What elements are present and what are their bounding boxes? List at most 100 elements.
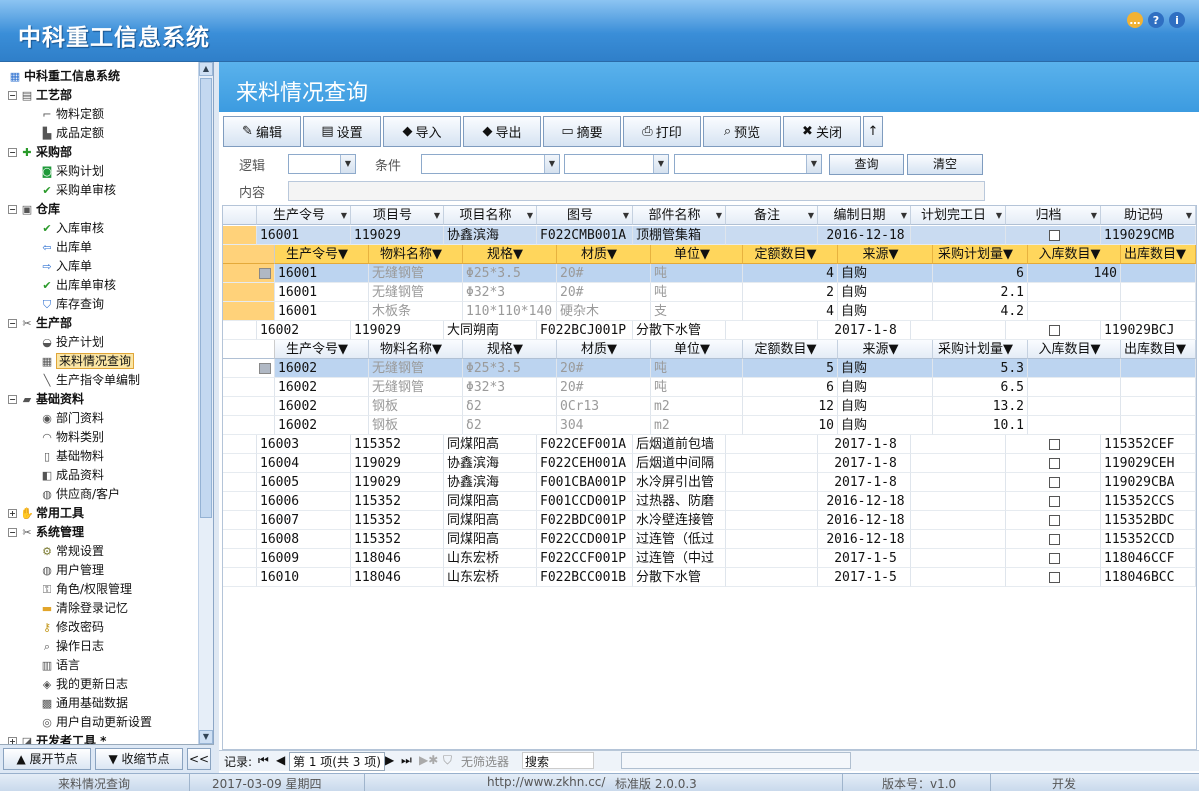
row-selector[interactable]	[223, 568, 257, 587]
chevron-down-icon[interactable]: ▼	[1091, 247, 1101, 262]
tree-item[interactable]: ◠ 物料类别	[0, 428, 198, 447]
close-button[interactable]: ✖ 关闭	[783, 116, 861, 147]
tree-item[interactable]: ✔ 采购单审核	[0, 181, 198, 200]
table-row[interactable]: 16008 115352 同煤阳高 F022CCD001P 过连管（低过 2016-12-…	[223, 530, 1196, 549]
tree-item[interactable]: ▦ 来料情况查询	[0, 352, 198, 371]
tree-item[interactable]: ⚿ 角色/权限管理	[0, 580, 198, 599]
row-selector[interactable]	[223, 492, 257, 511]
column-header[interactable]: 材质▼	[557, 340, 651, 359]
archive-checkbox[interactable]	[1049, 534, 1060, 545]
logic-select[interactable]: ▼	[288, 154, 356, 174]
row-selector[interactable]	[223, 530, 257, 549]
scroll-down-icon[interactable]: ▼	[199, 730, 213, 744]
expand-node-icon[interactable]: +	[8, 737, 17, 744]
chevron-down-icon[interactable]: ▼	[1091, 342, 1101, 357]
collapse-node-icon[interactable]: −	[8, 319, 17, 328]
column-header[interactable]: 计划完工日 ▼	[911, 206, 1006, 225]
column-header[interactable]: 材质▼	[557, 245, 651, 264]
chevron-down-icon[interactable]: ▼	[716, 206, 722, 224]
tree-item[interactable]: − ▣ 仓库	[0, 200, 198, 219]
sub-table-row[interactable]: 16001 无缝钢管 Φ32*3 20# 吨 2 自购 2.1	[223, 283, 1196, 302]
horizontal-scrollbar[interactable]	[621, 752, 851, 769]
chevron-down-icon[interactable]: ▼	[700, 342, 710, 357]
settings-button[interactable]: ▤ 设置	[303, 116, 381, 147]
tree-item[interactable]: ✔ 出库单审核	[0, 276, 198, 295]
filter-icon[interactable]: ⛉	[443, 753, 452, 768]
tree-item[interactable]: ⛉ 库存查询	[0, 295, 198, 314]
next-record-icon[interactable]: ▶	[385, 753, 394, 767]
collapse-node-icon[interactable]: −	[8, 395, 17, 404]
tree-item[interactable]: − ▰ 基础资料	[0, 390, 198, 409]
sidebar-toggle-button[interactable]: <<	[187, 748, 211, 770]
prev-record-icon[interactable]: ◀	[276, 753, 285, 767]
chevron-down-icon[interactable]: ▼	[623, 206, 629, 224]
help-icon[interactable]: ?	[1148, 12, 1164, 28]
column-header[interactable]: 采购计划量▼	[933, 340, 1028, 359]
archive-checkbox[interactable]	[1049, 230, 1060, 241]
column-header[interactable]: 生产令号▼	[275, 340, 369, 359]
tree-root[interactable]: ▦ 中科重工信息系统	[0, 67, 198, 86]
column-header[interactable]: 项目号 ▼	[351, 206, 444, 225]
chevron-down-icon[interactable]: ▼	[901, 206, 907, 224]
chevron-down-icon[interactable]: ▼	[434, 206, 440, 224]
column-header[interactable]: 单位▼	[651, 245, 743, 264]
column-header[interactable]: 归档 ▼	[1006, 206, 1101, 225]
row-selector[interactable]	[223, 435, 257, 454]
tree-item[interactable]: − ✚ 采购部	[0, 143, 198, 162]
expand-nodes-button[interactable]: ▲ 展开节点	[3, 748, 91, 770]
column-header[interactable]: 生产令号▼	[257, 206, 351, 225]
tree-item[interactable]: ◙ 采购计划	[0, 162, 198, 181]
collapse-node-icon[interactable]: −	[8, 148, 17, 157]
tree-item[interactable]: ▬ 清除登录记忆	[0, 599, 198, 618]
chevron-down-icon[interactable]: ▼	[513, 342, 523, 357]
sub-table-row[interactable]: 16002 无缝钢管 Φ25*3.5 20# 吨 5 自购 5.3	[223, 359, 1196, 378]
archive-checkbox[interactable]	[1049, 515, 1060, 526]
table-row[interactable]: 16009 118046 山东宏桥 F022CCF001P 过连管（中过 2017-1-5…	[223, 549, 1196, 568]
up-arrow-button[interactable]: ↑	[863, 116, 883, 147]
tree-item[interactable]: ◍ 供应商/客户	[0, 485, 198, 504]
summary-button[interactable]: ▭ 摘要	[543, 116, 621, 147]
collapse-node-icon[interactable]: −	[8, 205, 17, 214]
tree-item[interactable]: ▩ 通用基础数据	[0, 694, 198, 713]
sub-table-row[interactable]: 16001 无缝钢管 Φ25*3.5 20# 吨 4 自购 6 140	[223, 264, 1196, 283]
chevron-down-icon[interactable]: ▼	[889, 247, 899, 262]
column-header[interactable]: 备注 ▼	[726, 206, 818, 225]
chevron-down-icon[interactable]: ▼	[432, 342, 442, 357]
column-header[interactable]: 生产令号▼	[275, 245, 369, 264]
tree-item[interactable]: ✔ 入库审核	[0, 219, 198, 238]
first-record-icon[interactable]: ⏮	[258, 753, 269, 768]
chevron-down-icon[interactable]: ▼	[889, 342, 899, 357]
column-header[interactable]: 定额数目▼	[743, 340, 838, 359]
tree-item[interactable]: ◉ 部门资料	[0, 409, 198, 428]
row-selector[interactable]	[223, 226, 257, 245]
archive-checkbox[interactable]	[1049, 325, 1060, 336]
tree-item[interactable]: ◍ 用户管理	[0, 561, 198, 580]
column-header[interactable]: 入库数目▼	[1028, 245, 1121, 264]
chevron-down-icon[interactable]: ▼	[341, 206, 347, 224]
last-record-icon[interactable]: ⏭	[401, 753, 412, 768]
query-button[interactable]: 查询	[829, 154, 904, 175]
chevron-down-icon[interactable]: ▼	[1003, 342, 1013, 357]
archive-checkbox[interactable]	[1049, 572, 1060, 583]
column-header[interactable]: 单位▼	[651, 340, 743, 359]
tree-item[interactable]: − ✂ 系统管理	[0, 523, 198, 542]
chevron-down-icon[interactable]: ▼	[513, 247, 523, 262]
content-input[interactable]	[288, 181, 985, 201]
column-header[interactable]: 编制日期 ▼	[818, 206, 911, 225]
chevron-down-icon[interactable]: ▼	[700, 247, 710, 262]
collapse-node-icon[interactable]: −	[8, 528, 17, 537]
tree-item[interactable]: ▯ 基础物料	[0, 447, 198, 466]
chevron-down-icon[interactable]: ▼	[607, 342, 617, 357]
export-button[interactable]: ◆ 导出	[463, 116, 541, 147]
tree-item[interactable]: ⚷ 修改密码	[0, 618, 198, 637]
collapse-node-icon[interactable]: −	[8, 91, 17, 100]
new-record-icon[interactable]: ▶✱	[419, 753, 438, 767]
chevron-down-icon[interactable]: ▼	[1176, 247, 1186, 262]
column-header[interactable]: 规格▼	[463, 245, 557, 264]
collapse-nodes-button[interactable]: ▼ 收缩节点	[95, 748, 183, 770]
tree-item[interactable]: ▙ 成品定额	[0, 124, 198, 143]
tree-item[interactable]: ⚙ 常规设置	[0, 542, 198, 561]
tree-item[interactable]: ◧ 成品资料	[0, 466, 198, 485]
print-button[interactable]: ⎙ 打印	[623, 116, 701, 147]
chevron-down-icon[interactable]: ▼	[527, 206, 533, 224]
